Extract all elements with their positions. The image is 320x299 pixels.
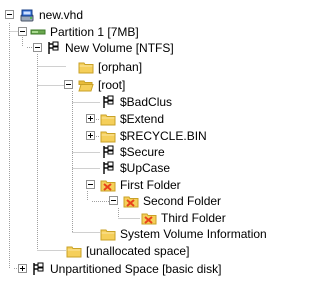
tree-node-label: Unpartitioned Space [basic disk] <box>50 262 222 276</box>
tree-node-system-volume-information[interactable]: System Volume Information <box>100 225 267 243</box>
collapse-toggle[interactable] <box>109 196 118 205</box>
folder-icon <box>100 128 116 144</box>
deleted-folder-icon <box>100 177 116 193</box>
expand-toggle[interactable] <box>18 264 27 273</box>
collapse-toggle[interactable] <box>33 43 42 52</box>
collapse-toggle[interactable] <box>86 180 95 189</box>
tree-node-unallocated-space[interactable]: [unallocated space] <box>66 242 189 260</box>
tree-node-badclus[interactable]: $BadClus <box>100 93 172 111</box>
tree-node-label: [unallocated space] <box>86 244 190 258</box>
system-file-icon <box>100 144 116 160</box>
tree-node-label: $BadClus <box>120 95 173 109</box>
tree-node-upcase[interactable]: $UpCase <box>100 159 170 177</box>
expand-toggle[interactable] <box>86 131 95 140</box>
partition-icon <box>30 24 46 40</box>
folder-open-icon <box>78 77 94 93</box>
tree-node-label: [root] <box>98 78 126 92</box>
tree-node-second-folder[interactable]: Second Folder <box>109 192 221 210</box>
system-file-icon <box>100 160 116 176</box>
tree-node-new-volume[interactable]: New Volume [NTFS] <box>33 39 174 57</box>
tree-node-label: new.vhd <box>39 8 84 22</box>
folder-icon <box>100 226 116 242</box>
tree-node-label: System Volume Information <box>120 227 267 241</box>
deleted-folder-icon <box>123 193 139 209</box>
folder-icon <box>78 59 94 75</box>
deleted-folder-icon <box>141 210 157 226</box>
tree-node-label: Second Folder <box>143 194 222 208</box>
tree-node-unpartitioned-space[interactable]: Unpartitioned Space [basic disk] <box>18 260 221 278</box>
tree-node-label: [orphan] <box>98 60 143 74</box>
tree-node-label: New Volume [NTFS] <box>65 41 174 55</box>
tree-node-extend[interactable]: $Extend <box>86 110 164 128</box>
volume-icon <box>45 40 61 56</box>
collapse-toggle[interactable] <box>18 27 27 36</box>
system-file-icon <box>100 94 116 110</box>
tree-node-label: $Extend <box>120 112 165 126</box>
tree-node-root[interactable]: [root] <box>64 76 125 94</box>
folder-icon <box>100 111 116 127</box>
tree-node-orphan[interactable]: [orphan] <box>78 58 142 76</box>
volume-icon <box>30 261 46 277</box>
collapse-toggle[interactable] <box>64 80 73 89</box>
virtual-disk-icon <box>19 7 35 23</box>
expand-toggle[interactable] <box>86 114 95 123</box>
collapse-toggle[interactable] <box>5 10 14 19</box>
file-system-tree: new.vhd Partition 1 [7MB] New Volume [NT… <box>0 0 293 299</box>
tree-node-new-vhd[interactable]: new.vhd <box>5 6 83 24</box>
folder-icon <box>66 243 82 259</box>
tree-node-label: $UpCase <box>120 161 171 175</box>
